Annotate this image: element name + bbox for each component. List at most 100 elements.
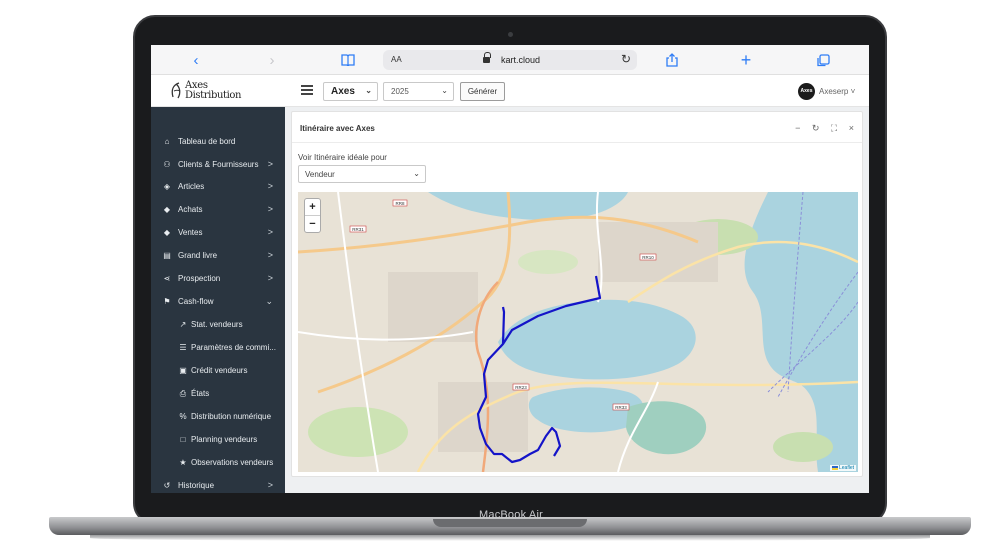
route-map[interactable]: RR8 RR31 RR10 RR23 RR33 + − Leaflet	[298, 192, 858, 472]
role-select-value: Vendeur	[305, 170, 335, 179]
minimize-icon[interactable]: −	[795, 123, 800, 133]
sidebar: ⌂ Tableau de bord ⚇ Clients & Fournisseu…	[151, 107, 285, 493]
card-title: Itinéraire avec Axes	[300, 124, 375, 133]
map-tiles: RR8 RR31 RR10 RR23 RR33	[298, 192, 858, 472]
chevron-down-icon: ⌄	[441, 86, 448, 95]
road-label: RR33	[615, 405, 627, 410]
money-icon: ▣	[179, 366, 187, 375]
expand-icon[interactable]: ⛶	[831, 123, 837, 133]
sidebar-item-label: Crédit vendeurs	[191, 366, 248, 375]
map-attribution[interactable]: Leaflet	[829, 465, 856, 471]
card-tools: − ↻ ⛶ ×	[786, 123, 854, 134]
sidebar-item-label: Stat. vendeurs	[191, 320, 243, 329]
zoom-in-button[interactable]: +	[305, 199, 320, 216]
menu-toggle-icon[interactable]	[301, 85, 313, 95]
chevron-down-icon: ⌄	[265, 296, 273, 306]
url-text: kart.cloud	[501, 55, 541, 65]
sidebar-item-prospection[interactable]: ⋖ Prospection >	[151, 268, 285, 290]
tag-icon: ◆	[163, 205, 171, 214]
sidebar-item-grand-livre[interactable]: ▤ Grand livre >	[151, 245, 285, 267]
history-icon: ↺	[163, 481, 171, 490]
company-select-value: Axes	[331, 86, 355, 97]
generate-button[interactable]: Générer	[460, 82, 505, 101]
role-select[interactable]: Vendeur ⌄	[298, 165, 426, 183]
card-divider	[292, 142, 862, 143]
company-select[interactable]: Axes ⌄	[323, 82, 378, 101]
chevron-right-icon: >	[267, 480, 273, 490]
year-select[interactable]: 2025 ⌄	[383, 82, 454, 101]
lock-icon	[483, 52, 491, 63]
device-label: MacBook Air	[479, 509, 543, 521]
sidebar-subitem-stat-vendeurs[interactable]: ↗ Stat. vendeurs	[151, 314, 285, 336]
sidebar-item-label: Observations vendeurs	[191, 458, 274, 467]
road-label: RR31	[352, 227, 364, 232]
logo-mark-icon	[169, 81, 183, 101]
star-icon: ★	[179, 458, 187, 467]
sidebar-subitem-distribution[interactable]: % Distribution numérique	[151, 406, 285, 428]
sidebar-item-tableau-de-bord[interactable]: ⌂ Tableau de bord	[151, 131, 285, 153]
book-icon: ▤	[163, 251, 171, 260]
app-header: Axes Distribution Axes ⌄ 2025 ⌄ Générer …	[151, 75, 869, 107]
share-icon[interactable]	[663, 51, 681, 69]
tabs-icon[interactable]	[814, 51, 832, 69]
zoom-out-button[interactable]: −	[305, 216, 320, 233]
sidebar-item-label: Achats	[178, 205, 203, 214]
sidebar-item-label: Historique	[178, 481, 215, 490]
chevron-right-icon: >	[267, 273, 273, 283]
chevron-down-icon: ⌄	[365, 86, 372, 95]
calendar-icon: □	[180, 435, 186, 444]
sidebar-item-clients[interactable]: ⚇ Clients & Fournisseurs >	[151, 154, 285, 176]
sidebar-subitem-observations[interactable]: ★ Observations vendeurs	[151, 452, 285, 474]
chart-icon: ↗	[179, 320, 187, 329]
percent-icon: %	[179, 412, 187, 421]
chevron-right-icon: >	[267, 204, 273, 214]
sidebar-item-label: États	[191, 389, 210, 398]
sidebar-subitem-etats[interactable]: ⎙ États	[151, 383, 285, 405]
sidebar-item-label: Cash-flow	[178, 297, 214, 306]
sidebar-item-label: Prospection	[178, 274, 221, 283]
bookmarks-icon[interactable]	[339, 51, 357, 69]
flag-icon: ⚑	[163, 297, 171, 306]
brand-logo[interactable]: Axes Distribution	[169, 79, 259, 103]
reader-button[interactable]: AA	[391, 55, 402, 64]
forward-icon[interactable]: ›	[263, 51, 281, 69]
sidebar-item-historique[interactable]: ↺ Historique >	[151, 475, 285, 493]
sidebar-item-articles[interactable]: ◈ Articles >	[151, 176, 285, 198]
sliders-icon: ☰	[179, 343, 187, 352]
sidebar-item-label: Grand livre	[178, 251, 218, 260]
refresh-icon[interactable]: ↻	[812, 123, 820, 133]
laptop-shadow	[90, 535, 930, 541]
user-name: Axeserp	[819, 87, 849, 96]
main-content: Itinéraire avec Axes − ↻ ⛶ × Voir Itinér…	[285, 107, 869, 493]
chevron-down-icon: ⌄	[413, 169, 420, 178]
road-label: RR10	[642, 255, 654, 260]
user-menu[interactable]: Axeserp ˅	[819, 87, 855, 96]
sidebar-subitem-credit-vendeurs[interactable]: ▣ Crédit vendeurs	[151, 360, 285, 382]
reload-icon[interactable]: ↻	[621, 52, 631, 66]
zoom-control: + −	[304, 198, 321, 233]
chevron-right-icon: >	[267, 227, 273, 237]
back-icon[interactable]: ‹	[187, 51, 205, 69]
road-label: RR8	[395, 201, 404, 206]
sidebar-subitem-planning[interactable]: □ Planning vendeurs	[151, 429, 285, 451]
sidebar-item-achats[interactable]: ◆ Achats >	[151, 199, 285, 221]
close-icon[interactable]: ×	[849, 123, 854, 133]
avatar[interactable]: Axes	[798, 83, 815, 100]
tag-icon: ◆	[163, 228, 171, 237]
logo-text-line2: Distribution	[185, 90, 242, 101]
flag-icon	[831, 465, 838, 470]
share-icon: ⋖	[163, 274, 171, 283]
sidebar-subitem-parametres[interactable]: ☰ Paramètres de commi...	[151, 337, 285, 359]
printer-icon: ⎙	[179, 389, 187, 398]
sidebar-item-label: Planning vendeurs	[191, 435, 258, 444]
sidebar-item-cash-flow[interactable]: ⚑ Cash-flow ⌄	[151, 291, 285, 313]
browser-toolbar: ‹ › AA kart.cloud ↻ +	[151, 45, 869, 75]
address-bar[interactable]: AA kart.cloud ↻	[383, 50, 637, 70]
new-tab-icon[interactable]: +	[737, 50, 755, 70]
sidebar-item-label: Distribution numérique	[191, 412, 272, 421]
sidebar-item-label: Paramètres de commi...	[191, 343, 276, 352]
chevron-right-icon: >	[267, 250, 273, 260]
sidebar-item-ventes[interactable]: ◆ Ventes >	[151, 222, 285, 244]
sidebar-item-label: Ventes	[178, 228, 203, 237]
box-icon: ◈	[163, 182, 171, 191]
